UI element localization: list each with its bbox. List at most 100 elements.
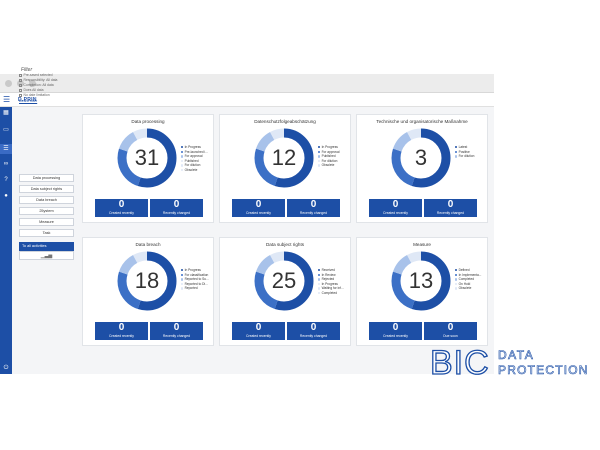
checkbox[interactable] (19, 74, 22, 77)
legend-dot (455, 273, 458, 277)
card-title: Measure (413, 242, 431, 247)
card-count: 12 (271, 145, 297, 170)
category-measure[interactable]: Measure (19, 218, 74, 226)
created-recently-stat[interactable]: 0 Created recently (95, 322, 148, 340)
legend-item[interactable]: Obsolete (318, 163, 352, 168)
category-task[interactable]: Task (19, 229, 74, 237)
card-title: Data processing (131, 119, 165, 124)
stat-value: 0 (392, 322, 399, 333)
card-count: 31 (134, 145, 160, 170)
user-icon[interactable]: ● (3, 193, 9, 199)
dashboard-card[interactable]: Datenschutzfolgeabschätzung 12 In Progress… (219, 114, 351, 223)
legend-label: Obsolete (184, 167, 198, 172)
category-data-processing[interactable]: Data processing (19, 174, 74, 182)
stat-value: 0 (447, 199, 454, 210)
legend-label: For dilution (458, 154, 475, 159)
card-legend: Latest Positive For dilution (455, 145, 489, 159)
stat-value: 0 (310, 199, 317, 210)
card-title: Technische und organisatorische Maßnahme (376, 119, 468, 124)
chart-view-button[interactable]: ▁▃▅ (19, 251, 74, 260)
legend-dot (455, 278, 458, 281)
legend-dot (181, 155, 184, 158)
bic-data-protection-logo: BIC DATA PROTECTION (429, 343, 600, 382)
card-title: Data subject rights (265, 242, 305, 247)
legend-dot (455, 269, 458, 272)
legend-dot (181, 159, 184, 163)
stat-value: 0 (173, 322, 180, 333)
created-recently-stat[interactable]: 0 Created recently (369, 322, 422, 340)
stat-label: Created recently (383, 211, 408, 215)
checkbox[interactable] (19, 79, 22, 82)
stat-value: 0 (310, 322, 317, 333)
legend-item[interactable]: Obsolete (181, 168, 215, 173)
legend-dot (181, 278, 184, 281)
stat-label: Recently changed (299, 211, 328, 215)
dashboard-card[interactable]: Measure 13 Defined In Implementa... Complete… (356, 237, 488, 346)
chart-icon: ▁▃▅ (40, 253, 53, 259)
grid-icon[interactable]: ▦ (3, 110, 9, 116)
list-icon[interactable]: ☰ (3, 146, 9, 152)
legend-label: Reported (184, 286, 198, 291)
legend-dot (318, 164, 321, 167)
legend-item[interactable]: Completed (318, 291, 352, 296)
filter-option[interactable]: No date limitation (19, 93, 74, 98)
second-stat[interactable]: 0 Recently changed (150, 322, 203, 340)
legend-item[interactable]: For dilution (455, 154, 489, 159)
legend-dot (455, 155, 458, 158)
second-stat[interactable]: 0 Recently changed (424, 199, 477, 217)
stat-value: 0 (118, 322, 125, 333)
card-title: Datenschutzfolgeabschätzung (254, 119, 316, 124)
card-title: Data breach (135, 242, 161, 247)
legend-dot (318, 287, 321, 290)
legend-dot (318, 278, 321, 281)
checkbox[interactable] (19, 89, 22, 92)
help-icon[interactable]: ? (3, 177, 9, 183)
dashboard-card[interactable]: Data subject rights 25 Received In Review Re… (219, 237, 351, 346)
define-filter-link[interactable]: Define filter (19, 99, 74, 103)
card-count: 3 (414, 145, 428, 170)
legend-item[interactable]: Reported (181, 286, 215, 291)
stat-label: Created recently (246, 211, 271, 215)
legend-dot (455, 150, 458, 154)
hamburger-icon[interactable]: ☰ (3, 96, 10, 104)
stat-label: Created recently (109, 211, 134, 215)
legend-label: Completed (321, 290, 337, 295)
dashboard-card[interactable]: Data breach 18 In Progress For classificati… (82, 237, 214, 346)
legend-label: Obsolete (321, 163, 335, 168)
legend-dot (181, 269, 184, 272)
second-stat[interactable]: 0 Recently changed (287, 199, 340, 217)
legend-dot (318, 150, 321, 154)
card-count: 18 (134, 268, 160, 293)
card-count: 25 (271, 268, 297, 293)
legend-dot (318, 269, 321, 272)
category-data-subject-rights[interactable]: Data subject rights (19, 185, 74, 193)
top-nav: ☰ D.PRIN (0, 93, 494, 107)
bar-chart-icon[interactable]: ▭ (3, 127, 9, 133)
dashboard-card[interactable]: Technische und organisatorische Maßnahme… (356, 114, 488, 223)
window-titlebar (0, 74, 494, 93)
created-recently-stat[interactable]: 0 Created recently (232, 322, 285, 340)
checkbox[interactable] (19, 84, 22, 87)
checkbox[interactable] (19, 94, 22, 97)
legend-dot (318, 282, 321, 286)
legend-dot (181, 164, 184, 167)
dashboard-card[interactable]: Data processing 31 In Progress Pre-launched… (82, 114, 214, 223)
stat-value: 0 (173, 199, 180, 210)
stat-label: Created recently (383, 334, 408, 338)
legend-item[interactable]: Obsolete (455, 286, 489, 291)
category-system[interactable]: 25ystem (19, 207, 74, 215)
stat-label: Created recently (246, 334, 271, 338)
second-stat[interactable]: 0 Due soon (424, 322, 477, 340)
created-recently-stat[interactable]: 0 Created recently (232, 199, 285, 217)
logo-bic: BIC (430, 345, 490, 377)
second-stat[interactable]: 0 Recently changed (150, 199, 203, 217)
share-icon[interactable]: ∞ (3, 161, 9, 167)
all-activities-button[interactable]: To all activities (19, 242, 74, 251)
category-data-breach[interactable]: Data breach (19, 196, 74, 204)
logo-protection: PROTECTION (498, 363, 589, 377)
second-stat[interactable]: 0 Recently changed (287, 322, 340, 340)
created-recently-stat[interactable]: 0 Created recently (95, 199, 148, 217)
stat-value: 0 (255, 322, 262, 333)
power-icon[interactable]: ⏻ (3, 365, 9, 371)
created-recently-stat[interactable]: 0 Created recently (369, 199, 422, 217)
